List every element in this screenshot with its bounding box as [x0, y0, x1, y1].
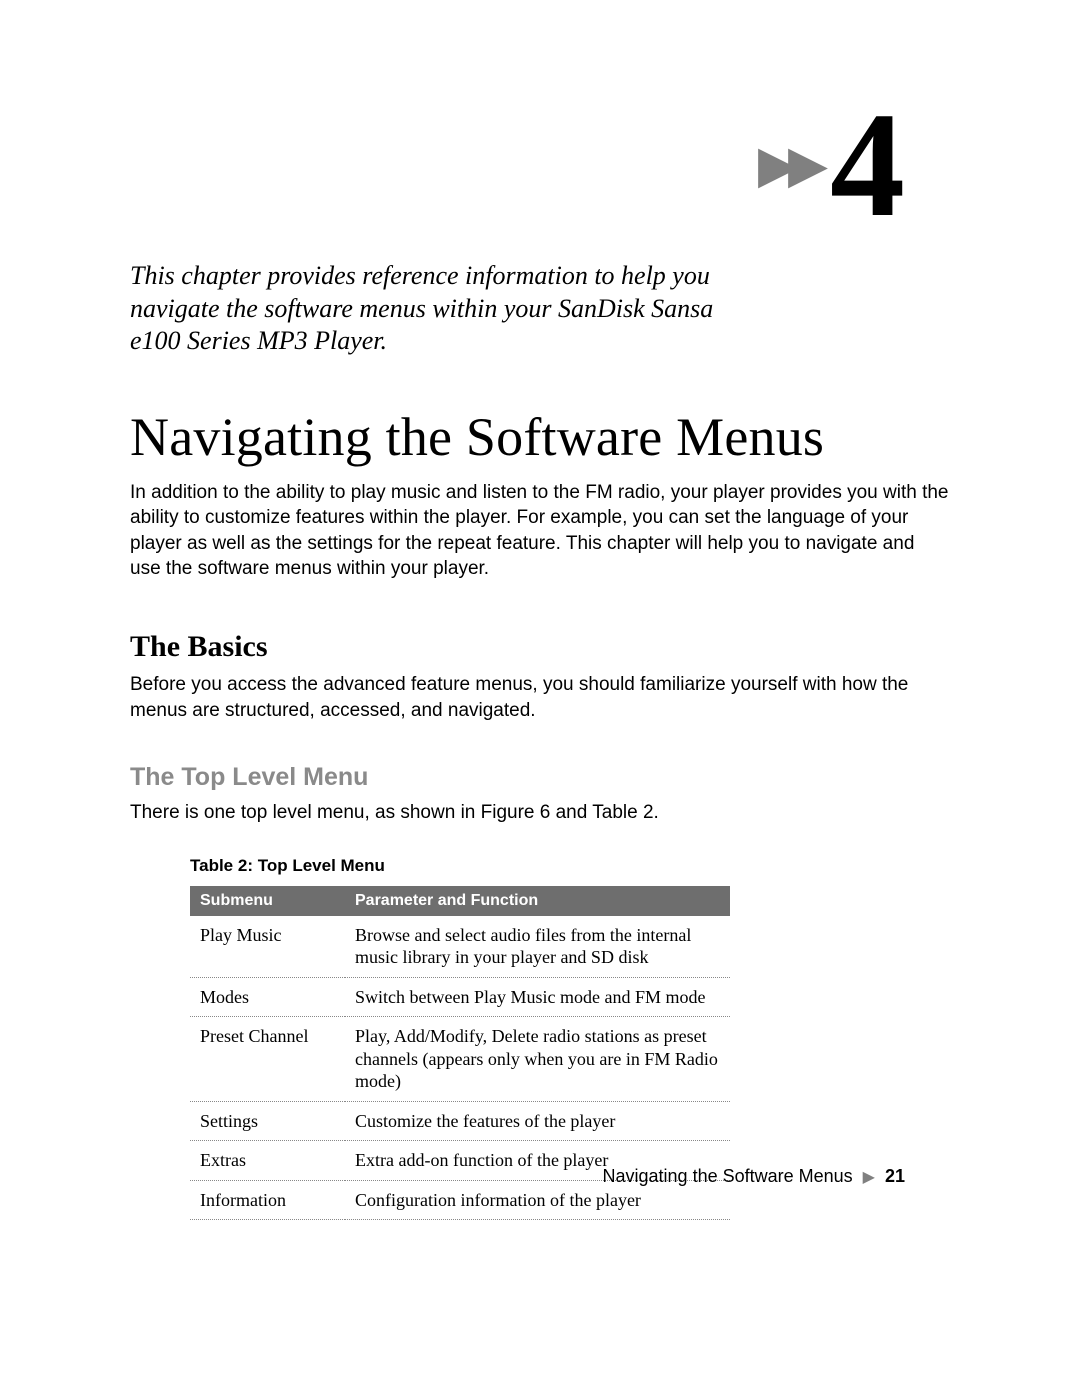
- chapter-number-block: ▶▶ 4: [758, 90, 905, 240]
- submenu-cell: Extras: [190, 1141, 345, 1181]
- table-row: Play Music Browse and select audio files…: [190, 916, 730, 978]
- submenu-cell: Play Music: [190, 916, 345, 978]
- page-footer: Navigating the Software Menus ▶ 21: [603, 1166, 905, 1187]
- page-number: 21: [885, 1166, 905, 1187]
- desc-cell: Browse and select audio files from the i…: [345, 916, 730, 978]
- table-header-submenu: Submenu: [190, 886, 345, 916]
- intro-paragraph: In addition to the ability to play music…: [130, 480, 950, 583]
- document-page: ▶▶ 4 This chapter provides reference inf…: [0, 0, 1080, 1397]
- table-row: Preset Channel Play, Add/Modify, Delete …: [190, 1017, 730, 1102]
- submenu-cell: Preset Channel: [190, 1017, 345, 1102]
- chapter-number: 4: [830, 90, 905, 240]
- desc-cell: Customize the features of the player: [345, 1101, 730, 1141]
- desc-cell: Play, Add/Modify, Delete radio stations …: [345, 1017, 730, 1102]
- chapter-intro: This chapter provides reference informat…: [130, 260, 770, 358]
- desc-cell: Switch between Play Music mode and FM mo…: [345, 977, 730, 1017]
- double-arrow-icon: ▶▶: [758, 139, 818, 191]
- footer-chapter-title: Navigating the Software Menus: [603, 1166, 853, 1187]
- table-caption: Table 2: Top Level Menu: [190, 856, 950, 876]
- top-level-paragraph: There is one top level menu, as shown in…: [130, 800, 950, 826]
- table-header-row: Submenu Parameter and Function: [190, 886, 730, 916]
- arrow-right-icon: ▶: [863, 1167, 875, 1187]
- basics-paragraph: Before you access the advanced feature m…: [130, 672, 950, 723]
- section-top-level-heading: The Top Level Menu: [130, 763, 950, 792]
- section-basics-heading: The Basics: [130, 630, 950, 664]
- submenu-cell: Settings: [190, 1101, 345, 1141]
- table-row: Settings Customize the features of the p…: [190, 1101, 730, 1141]
- submenu-cell: Information: [190, 1180, 345, 1220]
- table-row: Modes Switch between Play Music mode and…: [190, 977, 730, 1017]
- table-header-function: Parameter and Function: [345, 886, 730, 916]
- submenu-cell: Modes: [190, 977, 345, 1017]
- chapter-title: Navigating the Software Menus: [130, 406, 950, 468]
